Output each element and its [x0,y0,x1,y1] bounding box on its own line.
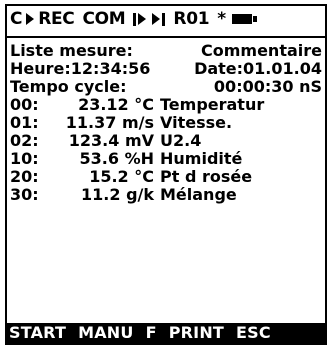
measurement-value: 11.37 m/s [65,113,154,132]
status-bar: C REC COM R01 * [7,6,325,32]
channel-number: 20: [10,167,39,186]
channel-number: 00: [10,95,39,114]
device-display: C REC COM R01 * Liste mesure: Commentair… [5,4,327,345]
channel-number: 01: [10,113,39,132]
table-row: 00: 23.12 °C Temperatur [10,96,322,114]
list-header-row: Liste mesure: Commentaire [10,42,322,60]
cycle-label: Tempo cycle: [10,77,127,96]
table-row: 01: 11.37 m/s Vitesse. [10,114,322,132]
battery-icon [231,14,257,24]
measurement-description: Mélange [160,185,237,204]
table-row: 20: 15.2 °C Pt d rosée [10,168,322,186]
table-row: 30: 11.2 g/k Mélange [10,186,322,204]
measurement-value: 11.2 g/k [81,185,154,204]
date-readout: Date:01.01.04 [194,59,322,78]
list-label: Liste mesure: [10,41,133,60]
comment-label: Commentaire [201,41,322,60]
measurement-description: Vitesse. [160,113,233,132]
function-button[interactable]: F [146,323,157,342]
measurement-description: Temperatur [160,95,265,114]
channel-indicator: C [10,9,23,29]
channel-number: 10: [10,149,39,168]
routine-indicator: R01 [173,9,210,29]
cycle-value: 00:00:30 nS [213,77,322,96]
time-date-row: Heure:12:34:56 Date:01.01.04 [10,60,322,78]
star-indicator: * [217,9,226,29]
print-button[interactable]: PRINT [169,323,224,342]
start-button[interactable]: START [9,323,66,342]
measurement-value: 123.4 mV [68,131,154,150]
time-readout: Heure:12:34:56 [10,59,151,78]
measurement-list: Liste mesure: Commentaire Heure:12:34:56… [10,42,322,204]
divider [7,36,325,38]
measurement-description: Pt d rosée [160,167,253,186]
softkey-bar: START MANU F PRINT ESC [7,323,325,343]
measurement-description: U2.4 [160,131,202,150]
measurement-value: 15.2 °C [89,167,154,186]
pause-play-icon [133,12,147,26]
measurement-description: Humidité [160,149,243,168]
cycle-row: Tempo cycle: 00:00:30 nS [10,78,322,96]
table-row: 10: 53.6 %H Humidité [10,150,322,168]
measurement-value: 53.6 %H [79,149,154,168]
escape-button[interactable]: ESC [236,323,271,342]
channel-number: 30: [10,185,39,204]
table-row: 02: 123.4 mV U2.4 [10,132,322,150]
channel-number: 02: [10,131,39,150]
play-icon [26,13,35,25]
rec-indicator: REC [38,9,75,29]
skip-forward-icon [152,12,167,26]
com-indicator: COM [82,9,126,29]
manu-button[interactable]: MANU [78,323,134,342]
measurement-value: 23.12 °C [78,95,154,114]
